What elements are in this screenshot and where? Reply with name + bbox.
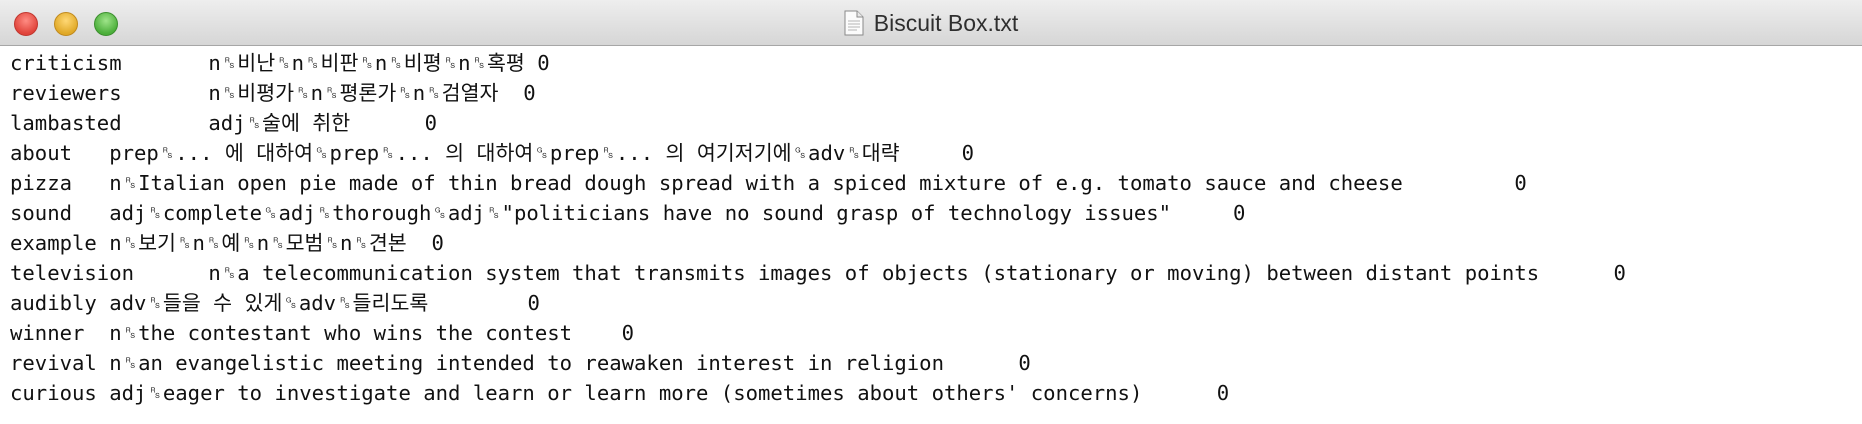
word: revival bbox=[10, 351, 97, 375]
text-line: pizza n␞Italian open pie made of thin br… bbox=[10, 168, 1527, 198]
definition: n␞an evangelistic meeting intended to re… bbox=[109, 351, 944, 375]
score: 0 bbox=[899, 141, 975, 165]
text-line: television n␞a telecommunication system … bbox=[10, 258, 1626, 288]
title-bar[interactable]: Biscuit Box.txt bbox=[0, 0, 1862, 46]
score: 0 bbox=[428, 291, 540, 315]
definition: n␞a telecommunication system that transm… bbox=[208, 261, 1540, 285]
score: 0 bbox=[524, 51, 550, 75]
score: 0 bbox=[943, 351, 1031, 375]
score: 0 bbox=[1539, 261, 1626, 285]
definition: adv␞들을 수 있게␝adv␞들리도록 bbox=[109, 291, 429, 315]
score: 0 bbox=[1402, 171, 1527, 195]
word: example bbox=[10, 231, 97, 255]
text-line: lambasted adj␞술에 취한 0 bbox=[10, 108, 437, 138]
word: pizza bbox=[10, 171, 72, 195]
score: 0 bbox=[498, 81, 536, 105]
word: reviewers bbox=[10, 81, 122, 105]
text-line: about prep␞... 에 대하여␝prep␞... 의 대하여␝prep… bbox=[10, 138, 974, 168]
window-title-group: Biscuit Box.txt bbox=[0, 0, 1862, 46]
word: television bbox=[10, 261, 134, 285]
score: 0 bbox=[350, 111, 438, 135]
word: winner bbox=[10, 321, 85, 345]
text-line: sound adj␞complete␝adj␞thorough␝adj␞"pol… bbox=[10, 198, 1245, 228]
window-title: Biscuit Box.txt bbox=[873, 9, 1019, 36]
text-content-area[interactable]: criticism n␞비난␞n␞비판␞n␞비평␞n␞혹평 0 reviewer… bbox=[0, 46, 1862, 424]
score: 0 bbox=[1171, 201, 1246, 225]
word: sound bbox=[10, 201, 72, 225]
definition: n␞비난␞n␞비판␞n␞비평␞n␞혹평 bbox=[208, 51, 525, 75]
text-line: revival n␞an evangelistic meeting intend… bbox=[10, 348, 1031, 378]
score: 0 bbox=[406, 231, 444, 255]
definition: n␞Italian open pie made of thin bread do… bbox=[109, 171, 1403, 195]
text-editor-window: Biscuit Box.txt criticism n␞비난␞n␞비판␞n␞비평… bbox=[0, 0, 1862, 424]
definition: adj␞술에 취한 bbox=[208, 111, 351, 135]
text-line: example n␞보기␞n␞예␞n␞모범␞n␞견본 0 bbox=[10, 228, 444, 258]
text-line: curious adj␞eager to investigate and lea… bbox=[10, 378, 1229, 408]
definition: adj␞eager to investigate and learn or le… bbox=[109, 381, 1143, 405]
word: lambasted bbox=[10, 111, 122, 135]
definition: n␞the contestant who wins the contest bbox=[109, 321, 573, 345]
definition: n␞비평가␞n␞평론가␞n␞검열자 bbox=[208, 81, 499, 105]
text-line: winner n␞the contestant who wins the con… bbox=[10, 318, 634, 348]
text-document-icon bbox=[844, 10, 864, 36]
text-line: audibly adv␞들을 수 있게␝adv␞들리도록 0 bbox=[10, 288, 540, 318]
definition: prep␞... 에 대하여␝prep␞... 의 대하여␝prep␞... 의… bbox=[109, 141, 900, 165]
text-line: criticism n␞비난␞n␞비판␞n␞비평␞n␞혹평 0 bbox=[10, 48, 550, 78]
word: curious bbox=[10, 381, 97, 405]
score: 0 bbox=[572, 321, 635, 345]
word: criticism bbox=[10, 51, 122, 75]
definition: adj␞complete␝adj␞thorough␝adj␞"politicia… bbox=[109, 201, 1172, 225]
text-line: reviewers n␞비평가␞n␞평론가␞n␞검열자 0 bbox=[10, 78, 536, 108]
score: 0 bbox=[1142, 381, 1230, 405]
word: about bbox=[10, 141, 72, 165]
word: audibly bbox=[10, 291, 97, 315]
definition: n␞보기␞n␞예␞n␞모범␞n␞견본 bbox=[109, 231, 407, 255]
